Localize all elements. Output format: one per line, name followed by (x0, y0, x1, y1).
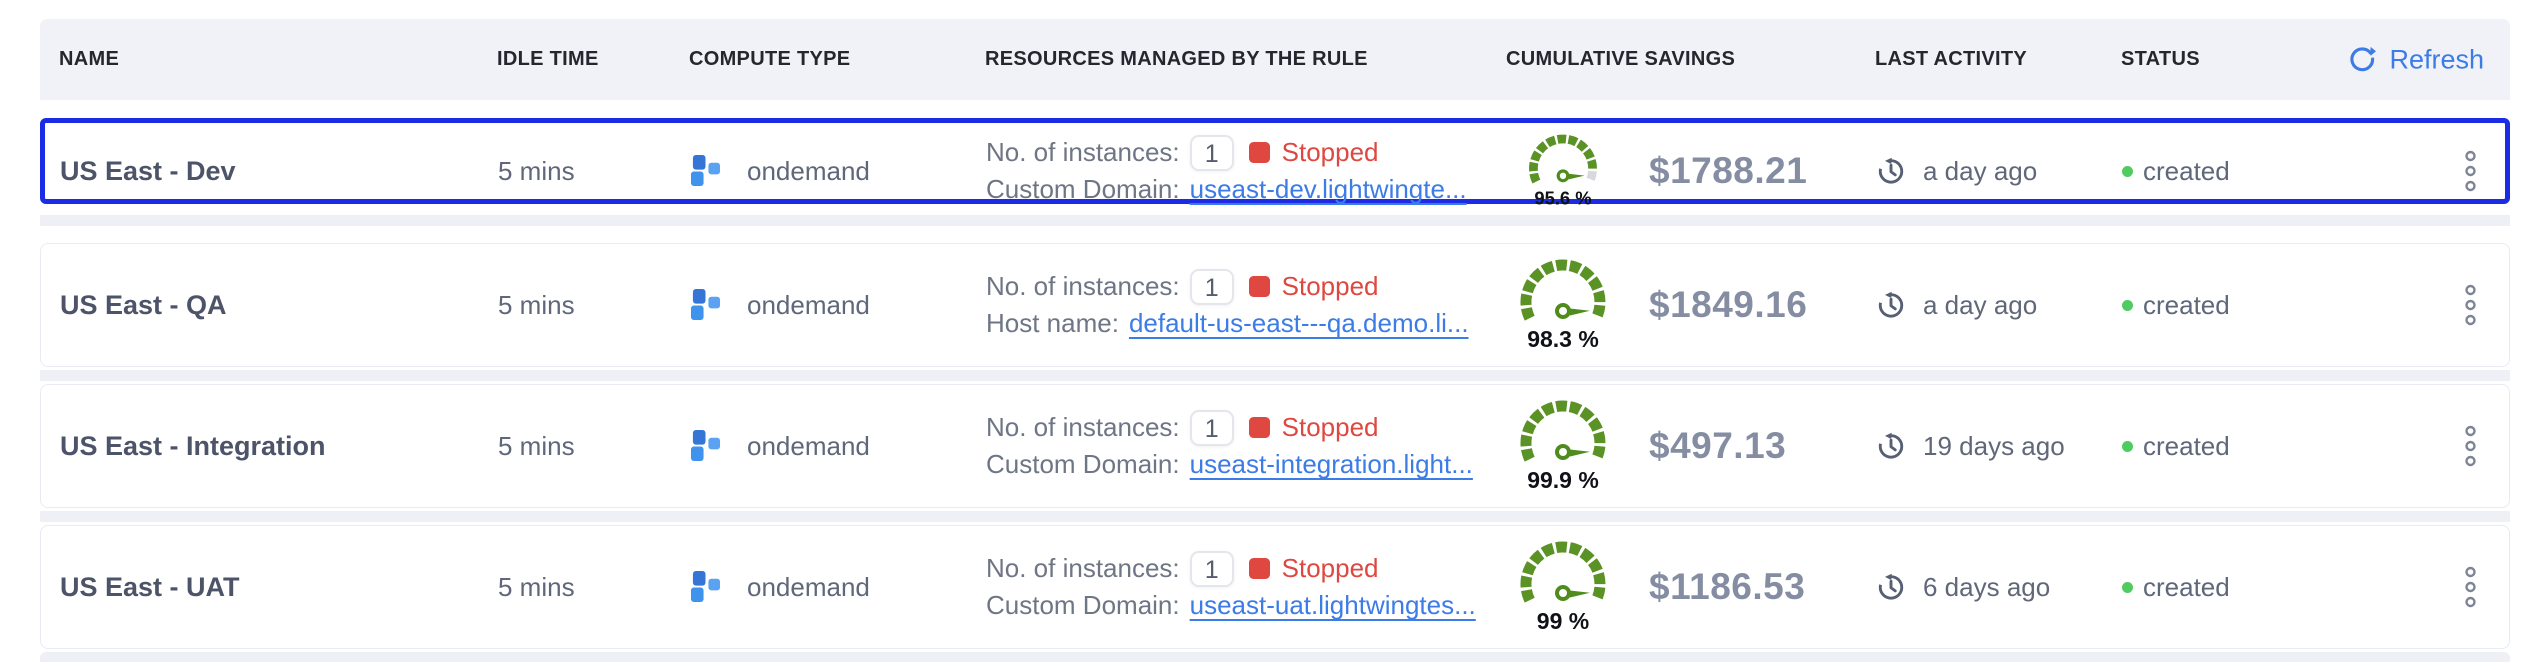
row-actions-kebab[interactable] (2464, 424, 2477, 469)
status-dot (2122, 166, 2133, 177)
column-header-last-activity: LAST ACTIVITY (1875, 48, 2121, 71)
stopped-state-icon (1249, 142, 1270, 163)
compute-type-value: ondemand (747, 290, 870, 321)
resource-domain-link[interactable]: useast-integration.light... (1190, 449, 1473, 480)
stopped-state-icon (1249, 558, 1270, 579)
savings-amount: $1186.53 (1649, 566, 1805, 608)
header-gap (40, 100, 2510, 118)
rules-table: NAME IDLE TIME COMPUTE TYPE RESOURCES MA… (40, 19, 2510, 662)
table-row[interactable]: US East - Dev 5 mins ondemand No. of ins… (40, 118, 2510, 204)
next-section-strip (40, 652, 2510, 662)
domain-label: Custom Domain: (986, 590, 1180, 621)
savings-amount: $497.13 (1649, 425, 1786, 467)
compute-type-icon (690, 289, 721, 322)
column-header-name: NAME (59, 48, 497, 71)
savings-gauge-icon (1515, 539, 1611, 609)
column-header-compute-type: COMPUTE TYPE (689, 48, 985, 71)
table-header: NAME IDLE TIME COMPUTE TYPE RESOURCES MA… (40, 19, 2510, 100)
instance-count-badge: 1 (1190, 410, 1234, 446)
rule-name: US East - QA (60, 290, 227, 320)
rule-name: US East - Dev (60, 156, 236, 186)
savings-amount: $1788.21 (1649, 150, 1807, 192)
status-value: created (2143, 431, 2230, 462)
row-actions-kebab[interactable] (2464, 565, 2477, 610)
clock-history-icon (1876, 290, 1906, 320)
row-gap (40, 508, 2510, 525)
refresh-button[interactable]: Refresh (2340, 43, 2490, 76)
last-activity-value: 6 days ago (1923, 572, 2050, 603)
savings-gauge-block: 99.9 % (1507, 398, 1619, 494)
savings-gauge-icon (1525, 133, 1602, 189)
resource-domain-link[interactable]: useast-uat.lightwingtes... (1190, 590, 1476, 621)
stopped-state-icon (1249, 276, 1270, 297)
refresh-icon (2346, 45, 2376, 75)
refresh-label: Refresh (2389, 44, 2484, 75)
clock-history-icon (1876, 156, 1906, 186)
idle-time-value: 5 mins (498, 156, 690, 187)
table-row[interactable]: US East - QA 5 mins ondemand No. of inst… (40, 243, 2510, 367)
idle-time-value: 5 mins (498, 431, 690, 462)
savings-gauge-block: 99 % (1507, 539, 1619, 635)
clock-history-icon (1876, 431, 1906, 461)
status-dot (2122, 300, 2133, 311)
clock-history-icon (1876, 572, 1906, 602)
column-header-idle-time: IDLE TIME (497, 48, 689, 71)
instance-state: Stopped (1282, 137, 1379, 168)
rule-name: US East - Integration (60, 431, 326, 461)
table-body: US East - Dev 5 mins ondemand No. of ins… (40, 118, 2510, 649)
instance-state: Stopped (1282, 553, 1379, 584)
instances-label: No. of instances: (986, 553, 1180, 584)
instance-state: Stopped (1282, 412, 1379, 443)
status-value: created (2143, 572, 2230, 603)
column-header-savings: CUMULATIVE SAVINGS (1506, 48, 1875, 71)
idle-time-value: 5 mins (498, 290, 690, 321)
stopped-state-icon (1249, 417, 1270, 438)
instances-label: No. of instances: (986, 137, 1180, 168)
last-activity-value: a day ago (1923, 156, 2037, 187)
status-dot (2122, 582, 2133, 593)
compute-type-value: ondemand (747, 572, 870, 603)
instance-state: Stopped (1282, 271, 1379, 302)
table-row[interactable]: US East - Integration 5 mins ondemand No… (40, 384, 2510, 508)
column-header-resources: RESOURCES MANAGED BY THE RULE (985, 48, 1506, 71)
compute-type-value: ondemand (747, 431, 870, 462)
domain-label: Host name: (986, 308, 1119, 339)
compute-type-value: ondemand (747, 156, 870, 187)
savings-percent: 99 % (1537, 608, 1589, 635)
compute-type-icon (690, 155, 721, 188)
status-value: created (2143, 290, 2230, 321)
idle-time-value: 5 mins (498, 572, 690, 603)
row-gap (40, 367, 2510, 384)
resource-domain-link[interactable]: default-us-east---qa.demo.li... (1129, 308, 1469, 339)
compute-type-icon (690, 571, 721, 604)
instances-label: No. of instances: (986, 412, 1180, 443)
savings-gauge-icon (1515, 257, 1611, 327)
savings-amount: $1849.16 (1649, 284, 1807, 326)
table-row[interactable]: US East - UAT 5 mins ondemand No. of ins… (40, 525, 2510, 649)
instances-label: No. of instances: (986, 271, 1180, 302)
status-dot (2122, 441, 2133, 452)
domain-label: Custom Domain: (986, 449, 1180, 480)
resource-domain-link[interactable]: useast-dev.lightwingte... (1190, 174, 1467, 205)
instance-count-badge: 1 (1190, 551, 1234, 587)
last-activity-value: 19 days ago (1923, 431, 2065, 462)
compute-type-icon (690, 430, 721, 463)
instance-count-badge: 1 (1190, 269, 1234, 305)
savings-percent: 99.9 % (1527, 467, 1599, 494)
savings-gauge-block: 98.3 % (1507, 257, 1619, 353)
rule-name: US East - UAT (60, 572, 240, 602)
savings-gauge-block: 95.6 % (1518, 133, 1608, 210)
row-gap (40, 204, 2510, 243)
row-actions-kebab[interactable] (2464, 283, 2477, 328)
row-actions-kebab[interactable] (2464, 149, 2477, 194)
status-value: created (2143, 156, 2230, 187)
instance-count-badge: 1 (1190, 135, 1234, 171)
domain-label: Custom Domain: (986, 174, 1180, 205)
last-activity-value: a day ago (1923, 290, 2037, 321)
savings-percent: 98.3 % (1527, 326, 1599, 353)
savings-gauge-icon (1515, 398, 1611, 468)
